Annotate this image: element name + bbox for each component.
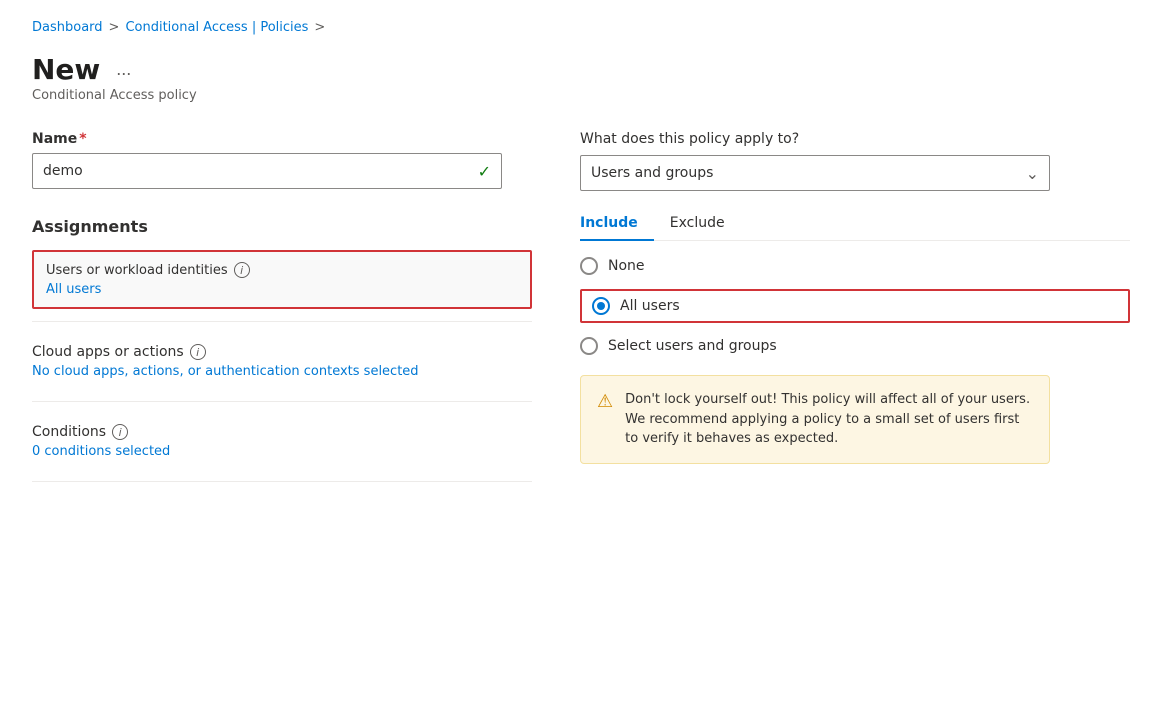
cloud-apps-value: No cloud apps, actions, or authenticatio… [32, 364, 532, 379]
users-info-icon[interactable]: i [234, 262, 250, 278]
right-panel: What does this policy apply to? Users an… [580, 131, 1130, 494]
cloud-apps-info-icon[interactable]: i [190, 344, 206, 360]
assignments-title: Assignments [32, 217, 532, 236]
radio-none-circle [580, 257, 598, 275]
radio-group: None All users Select users and groups [580, 257, 1130, 355]
cloud-apps-item[interactable]: Cloud apps or actions i No cloud apps, a… [32, 334, 532, 389]
users-item-title: Users or workload identities i [46, 262, 518, 278]
users-assignment-item[interactable]: Users or workload identities i All users [32, 250, 532, 309]
conditions-value: 0 conditions selected [32, 444, 532, 459]
breadcrumb-dashboard[interactable]: Dashboard [32, 20, 103, 35]
dropdown-value: Users and groups [591, 165, 713, 181]
page-header: New ... Conditional Access policy [32, 53, 1130, 103]
name-value: demo [43, 163, 83, 179]
radio-select-users-circle [580, 337, 598, 355]
tab-include[interactable]: Include [580, 207, 654, 241]
warning-icon: ⚠ [597, 391, 613, 449]
radio-none[interactable]: None [580, 257, 1130, 275]
users-item-value: All users [46, 282, 518, 297]
warning-text: Don't lock yourself out! This policy wil… [625, 390, 1033, 449]
radio-all-users-label: All users [620, 298, 680, 314]
divider-2 [32, 401, 532, 402]
name-input[interactable]: demo ✓ [32, 153, 502, 189]
divider-3 [32, 481, 532, 482]
required-star: * [79, 131, 86, 147]
conditions-title: Conditions i [32, 424, 532, 440]
left-panel: Name* demo ✓ Assignments Users or worklo… [32, 131, 532, 494]
policy-applies-dropdown[interactable]: Users and groups ⌄ [580, 155, 1050, 191]
radio-select-users[interactable]: Select users and groups [580, 337, 1130, 355]
radio-all-users-box[interactable]: All users [580, 289, 1130, 323]
warning-box: ⚠ Don't lock yourself out! This policy w… [580, 375, 1050, 464]
breadcrumb-sep-2: > [314, 20, 325, 35]
breadcrumb-policies[interactable]: Conditional Access | Policies [125, 20, 308, 35]
radio-select-users-label: Select users and groups [608, 338, 777, 354]
page-title: New [32, 53, 100, 86]
page-subtitle: Conditional Access policy [32, 88, 1130, 103]
policy-applies-label: What does this policy apply to? [580, 131, 1130, 147]
check-icon: ✓ [478, 162, 491, 181]
divider-1 [32, 321, 532, 322]
breadcrumb-sep-1: > [109, 20, 120, 35]
tab-exclude[interactable]: Exclude [654, 207, 741, 241]
ellipsis-button[interactable]: ... [110, 57, 137, 82]
breadcrumb: Dashboard > Conditional Access | Policie… [32, 20, 1130, 35]
name-label: Name* [32, 131, 532, 147]
radio-none-label: None [608, 258, 645, 274]
radio-all-users-circle [592, 297, 610, 315]
conditions-info-icon[interactable]: i [112, 424, 128, 440]
conditions-item[interactable]: Conditions i 0 conditions selected [32, 414, 532, 469]
include-exclude-tabs: Include Exclude [580, 207, 1130, 241]
chevron-down-icon: ⌄ [1026, 164, 1039, 183]
cloud-apps-title: Cloud apps or actions i [32, 344, 532, 360]
